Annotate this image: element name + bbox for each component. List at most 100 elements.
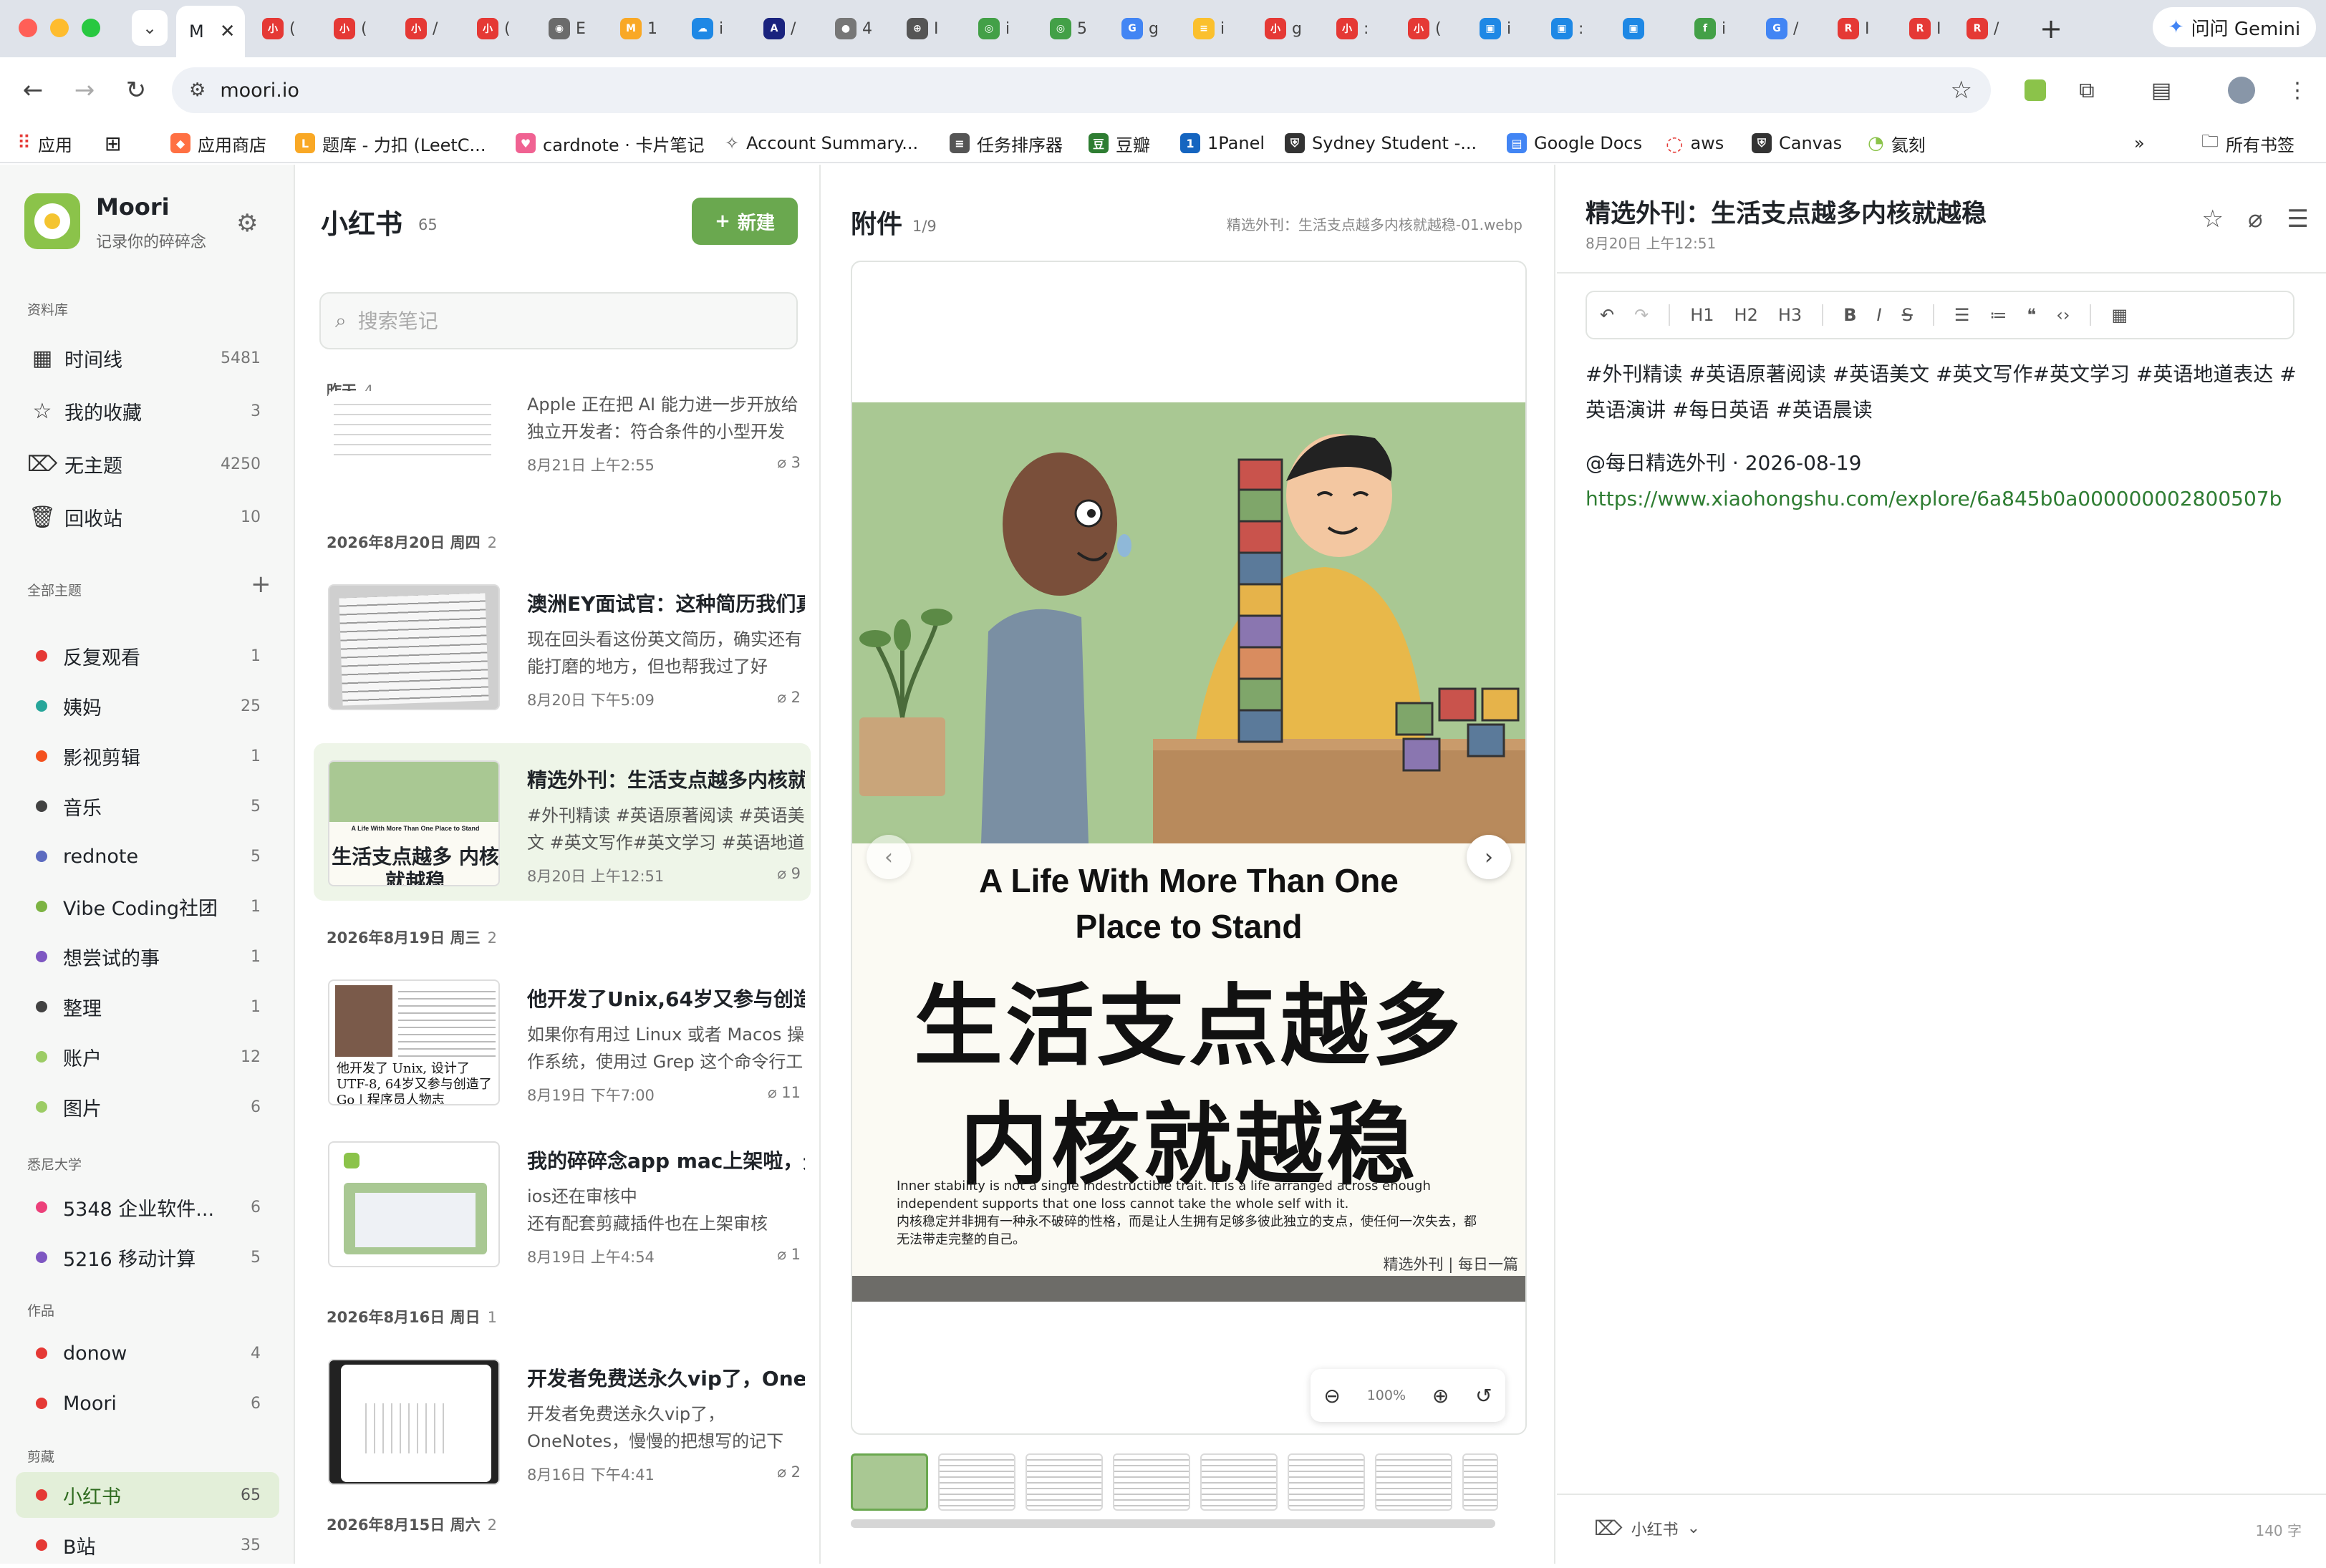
sidebar-topic[interactable]: 音乐 5 [16,783,279,829]
sidebar-topic[interactable]: 账户 12 [16,1034,279,1080]
browser-tab[interactable]: Gg [1121,13,1159,44]
sidebar-topic[interactable]: 图片 6 [16,1084,279,1130]
sidebar-item-favorites[interactable]: ☆ 我的收藏 3 [16,388,279,434]
browser-tab[interactable]: 小( [1408,13,1442,44]
browser-tab[interactable]: 小 / [405,13,438,44]
sidebar-item-timeline[interactable]: ▦ 时间线 5481 [16,335,279,381]
quote-icon[interactable]: ❝ [2027,305,2036,325]
zoom-out-button[interactable]: ⊖ [1323,1384,1340,1408]
tab-active[interactable]: M ✕ [176,6,245,57]
code-icon[interactable]: ‹› [2056,305,2070,325]
redo-icon[interactable]: ↷ [1634,305,1649,325]
browser-tab[interactable]: ● 4 [835,13,872,44]
bookmark-google-docs[interactable]: ▤ Google Docs [1507,130,1642,156]
browser-tab[interactable]: RI [1909,13,1941,44]
attachment-thumb[interactable] [938,1453,1015,1511]
attachment-thumb[interactable] [1026,1453,1103,1511]
puzzle-icon[interactable]: ⧉ [2070,73,2104,107]
previous-image-button[interactable]: ‹ [867,835,911,879]
sidebar-topic[interactable]: 反复观看 1 [16,633,279,679]
browser-tab[interactable]: ◉ E [549,13,586,44]
note-link[interactable]: https://www.xiaohongshu.com/explore/6a84… [1586,487,2282,510]
browser-tab[interactable]: ▣ i [1480,13,1511,44]
browser-tab[interactable]: 小( [262,13,296,44]
sidebar-topic[interactable]: 5216 移动计算 5 [16,1234,279,1280]
browser-tab[interactable]: 小( [477,13,511,44]
bold-button[interactable]: B [1843,305,1856,325]
heading-3-button[interactable]: H3 [1778,305,1802,325]
bookmark-account-summary[interactable]: ✧ Account Summary... [725,130,918,156]
strikethrough-button[interactable]: S [1902,305,1913,325]
browser-tab[interactable]: M1 [620,13,657,44]
note-card-selected[interactable]: A Life With More Than One Place to Stand… [314,743,811,901]
sidebar-topic[interactable]: rednote 5 [16,833,279,879]
close-tab-icon[interactable]: ✕ [220,21,236,42]
bookmark-sydney-student[interactable]: ⛨ Sydney Student -... [1285,130,1477,156]
bookmark-leetcode[interactable]: L 题库 - 力扣 (LeetC... [295,130,486,156]
note-card[interactable]: Apple 正在把 AI 能力进一步开放给独立开发者：符合条件的小型开发 8月2… [314,391,811,484]
bullet-list-icon[interactable]: ☰ [1954,305,1970,325]
attachment-thumb[interactable] [1375,1453,1452,1511]
side-panel-icon[interactable]: ▤ [2144,73,2178,107]
note-card[interactable]: 我的碎碎念app mac上架啦，无 ios还在审核中 还有配套剪藏插件也在上架审… [314,1124,811,1282]
table-icon[interactable]: ▦ [2111,305,2128,325]
heading-1-button[interactable]: H1 [1690,305,1714,325]
bookmark-task-sorter[interactable]: ≡ 任务排序器 [950,130,1063,156]
sidebar-topic[interactable]: donow 4 [16,1330,279,1376]
browser-tab[interactable]: G / [1766,13,1798,44]
browser-tab[interactable]: ≡ i [1193,13,1225,44]
sidebar-topic[interactable]: 影视剪辑 1 [16,733,279,779]
menu-dots-icon[interactable]: ⋮ [2280,73,2315,107]
image-viewer[interactable]: A Life With More Than One Place to Stand… [851,261,1527,1435]
zoom-in-button[interactable]: ⊕ [1432,1384,1449,1408]
sidebar-topic[interactable]: 想尝试的事 1 [16,934,279,979]
bookmark-aws[interactable]: ◌ aws [1666,130,1724,156]
add-topic-button[interactable]: + [251,570,271,599]
bookmark-douban[interactable]: 豆豆瓣 [1089,130,1150,156]
site-settings-icon[interactable]: ⚙ [189,79,206,101]
sidebar-topic[interactable]: 5348 企业软件... 6 [16,1184,279,1230]
browser-tab[interactable]: ◎ i [978,13,1010,44]
bookmark-tab-groups[interactable]: ⊞ [105,130,121,156]
browser-tab[interactable]: R / [1967,13,1999,44]
note-card[interactable]: 开发者免费送永久vip了，OneNotes 开发者免费送永久vip了，OneNo… [314,1342,811,1499]
sidebar-item-untagged[interactable]: ⌦ 无主题 4250 [16,441,279,487]
italic-button[interactable]: I [1877,305,1882,325]
attachment-thumb-selected[interactable] [851,1453,928,1511]
extension-icon[interactable] [2018,73,2052,107]
bookmark-cardnote[interactable]: ♥ cardnote · 卡片笔记 [516,130,705,156]
browser-tab[interactable]: RI [1838,13,1870,44]
minimize-window-button[interactable] [50,19,69,37]
tab-search-button[interactable]: ⌄ [132,10,168,46]
browser-tab[interactable]: ⊕ I [907,13,939,44]
undo-icon[interactable]: ↶ [1600,305,1614,325]
paperclip-icon[interactable]: ⌀ [2248,205,2262,233]
sidebar-topic[interactable]: B站 35 [16,1522,279,1568]
browser-tab[interactable]: A / [763,13,796,44]
numbered-list-icon[interactable]: ≔ [1989,305,2007,325]
sidebar-topic[interactable]: 整理 1 [16,984,279,1030]
sidebar-topic[interactable]: Moori 6 [16,1380,279,1426]
browser-tab[interactable]: ▣ [1623,13,1650,44]
attachment-thumb[interactable] [1462,1453,1498,1511]
next-image-button[interactable]: › [1467,835,1511,879]
attachment-thumb[interactable] [1113,1453,1190,1511]
sidebar-topic[interactable]: Vibe Coding社团 1 [16,884,279,929]
bookmark-haike[interactable]: ◔ 氦刻 [1868,130,1926,156]
note-title[interactable]: 精选外刊：生活支点越多内核就越稳 [1586,193,1987,230]
browser-tab[interactable]: fi [1694,13,1726,44]
search-notes-field[interactable]: ⌕ [319,292,798,349]
bookmarks-overflow-button[interactable]: » [2134,130,2145,156]
browser-tab[interactable]: 小( [334,13,367,44]
bookmark-apps[interactable]: ⠿ 应用 [17,130,72,156]
bookmark-app-store[interactable]: ◆ 应用商店 [170,130,266,156]
address-bar[interactable]: ⚙ moori.io ☆ [172,67,1991,113]
bookmark-star-icon[interactable]: ☆ [1951,76,1972,105]
sidebar-item-trash[interactable]: 🗑 回收站 10 [16,494,279,540]
topic-selector[interactable]: ⌦ 小红书 ⌄ [1594,1516,1700,1540]
note-card[interactable]: 他开发了 Unix, 设计了 UTF-8, 64岁又参与创造了 Go | 程序员… [314,962,811,1120]
sliders-icon[interactable]: ☰ [2287,205,2309,233]
thumbnails-scrollbar[interactable] [851,1519,1495,1528]
note-body[interactable]: #外刊精读 #英语原著阅读 #英语美文 #英文写作#英文学习 #英语地道表达 #… [1586,357,2302,517]
new-note-button[interactable]: + 新建 [692,198,798,245]
